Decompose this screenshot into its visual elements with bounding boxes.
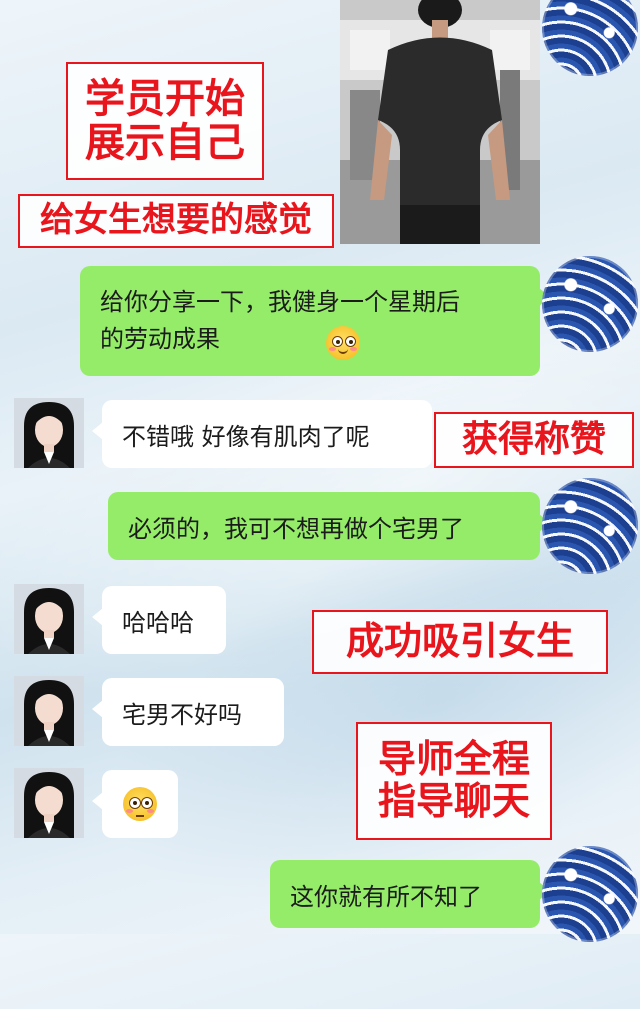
label-show-self: 学员开始 展示自己 [66,62,264,180]
self-avatar[interactable] [542,0,638,76]
girl-avatar-icon [14,398,84,468]
gym-back-photo[interactable] [340,0,540,244]
message-text: 必须的，我可不想再做个宅男了 [128,514,464,543]
flushed-emoji-icon [123,787,157,821]
message-text: 哈哈哈 [122,608,194,637]
label-give-feeling: 给女生想要的感觉 [18,194,334,248]
message-bubble-received[interactable]: 哈哈哈 [92,586,226,654]
contact-avatar[interactable] [14,398,84,468]
self-avatar[interactable] [542,846,638,942]
smirk-emoji-icon [326,326,360,360]
message-text: 不错哦 好像有肌肉了呢 [122,422,370,451]
contact-avatar[interactable] [14,676,84,746]
girl-avatar-icon [14,584,84,654]
gym-photo-image [340,0,540,244]
girl-avatar-icon [14,676,84,746]
self-avatar[interactable] [542,256,638,352]
self-avatar[interactable] [542,478,638,574]
message-bubble-sent[interactable]: 必须的，我可不想再做个宅男了 [108,492,550,560]
label-praise: 获得称赞 [434,412,634,468]
message-bubble-received[interactable]: 不错哦 好像有肌肉了呢 [92,400,432,468]
contact-avatar[interactable] [14,768,84,838]
message-text: 这你就有所不知了 [290,882,482,911]
message-bubble-sent[interactable]: 给你分享一下，我健身一个星期后 的劳动成果 [80,266,550,376]
label-mentor: 导师全程 指导聊天 [356,722,552,840]
message-bubble-received[interactable] [92,770,178,838]
contact-avatar[interactable] [14,584,84,654]
message-text: 宅男不好吗 [122,700,242,729]
girl-avatar-icon [14,768,84,838]
label-attract: 成功吸引女生 [312,610,608,674]
message-bubble-sent[interactable]: 这你就有所不知了 [270,860,550,928]
message-bubble-received[interactable]: 宅男不好吗 [92,678,284,746]
message-text: 给你分享一下，我健身一个星期后 的劳动成果 [100,287,460,353]
